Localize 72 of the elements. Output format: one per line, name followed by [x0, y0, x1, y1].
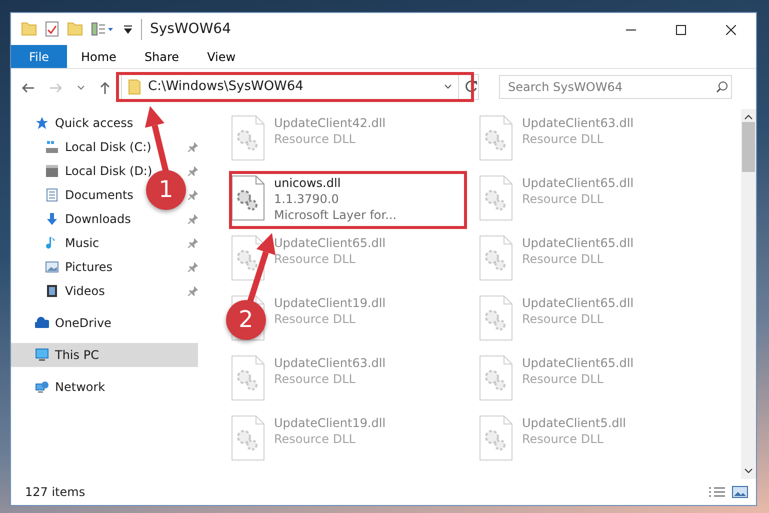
- monitor-icon: [35, 348, 49, 362]
- pin-icon[interactable]: [188, 142, 198, 152]
- pin-icon[interactable]: [188, 262, 198, 272]
- picture-icon: [45, 260, 59, 274]
- scroll-up-icon[interactable]: [744, 114, 753, 120]
- pin-icon[interactable]: [188, 286, 198, 296]
- scrollbar[interactable]: [741, 109, 756, 479]
- details-view-icon[interactable]: [708, 486, 726, 498]
- scroll-down-icon[interactable]: [744, 468, 753, 474]
- sidebar-item[interactable]: Pictures: [11, 255, 119, 279]
- back-arrow-icon: [21, 82, 35, 94]
- document-icon: [45, 188, 59, 202]
- pin-icon[interactable]: [188, 214, 198, 224]
- sidebar-item[interactable]: This PC: [11, 343, 198, 367]
- dropdown-icon[interactable]: [444, 84, 452, 90]
- refresh-icon[interactable]: [458, 75, 478, 99]
- sidebar-item[interactable]: Network: [11, 375, 112, 399]
- large-icons-view-icon[interactable]: [732, 486, 748, 498]
- file-tab[interactable]: File: [11, 45, 67, 68]
- caret-icon[interactable]: [123, 23, 133, 35]
- view-options-icon[interactable]: [91, 22, 115, 36]
- pin-icon[interactable]: [188, 166, 198, 176]
- scroll-thumb[interactable]: [742, 122, 755, 172]
- ribbon-tab[interactable]: View: [193, 45, 250, 68]
- gear-file-icon[interactable]: [230, 175, 266, 221]
- file-detail: Resource DLL: [522, 311, 604, 328]
- folder-icon[interactable]: [21, 22, 37, 36]
- item-count: 127 items: [25, 484, 86, 501]
- file-detail: Resource DLL: [274, 371, 356, 388]
- file-detail: Resource DLL: [274, 431, 356, 448]
- file-detail: Microsoft Layer for...: [274, 207, 397, 224]
- properties-icon[interactable]: [45, 21, 59, 37]
- file-name[interactable]: unicows.dll: [274, 175, 397, 192]
- minimize-icon: [626, 28, 636, 31]
- sidebar-item[interactable]: Documents: [11, 183, 140, 207]
- file-detail: Resource DLL: [274, 251, 356, 268]
- down-arrow-icon: [45, 212, 59, 226]
- address-bar[interactable]: C:\Windows\SysWOW64: [121, 74, 479, 100]
- file-detail: Resource DLL: [522, 431, 604, 448]
- sidebar-item[interactable]: Quick access: [11, 111, 140, 135]
- callout-arrow: [247, 233, 276, 303]
- cloud-icon: [35, 316, 49, 330]
- search-field[interactable]: Search SysWOW64: [499, 75, 732, 99]
- sidebar-item[interactable]: Videos: [11, 279, 111, 303]
- file-detail: Resource DLL: [522, 131, 604, 148]
- file-detail: Resource DLL: [522, 251, 604, 268]
- file-detail: Resource DLL: [274, 131, 356, 148]
- pin-icon[interactable]: [188, 238, 198, 248]
- ribbon-tab[interactable]: Home: [67, 45, 130, 68]
- close-icon: [726, 24, 736, 35]
- ribbon-tab[interactable]: Share: [130, 45, 194, 68]
- file-detail: Resource DLL: [522, 191, 604, 208]
- up-arrow-icon: [99, 80, 111, 95]
- drive-icon: [45, 164, 59, 178]
- forward-arrow-icon: [49, 82, 63, 94]
- file-detail: Resource DLL: [522, 371, 604, 388]
- drive-icon: [45, 140, 59, 154]
- file-detail: 1.1.3790.0: [274, 191, 340, 208]
- folder-icon: [128, 79, 142, 95]
- file-detail: Resource DLL: [274, 311, 356, 328]
- new-folder-icon[interactable]: [67, 22, 83, 36]
- star-icon: [35, 116, 49, 130]
- network-icon: [35, 380, 49, 394]
- sidebar-item[interactable]: Music: [11, 231, 106, 255]
- chevron-icon: [77, 84, 85, 91]
- window-title: SysWOW64: [141, 18, 231, 40]
- sidebar-item[interactable]: Downloads: [11, 207, 137, 231]
- pin-icon[interactable]: [188, 190, 198, 200]
- sidebar-item[interactable]: OneDrive: [11, 311, 118, 335]
- sidebar-item[interactable]: Local Disk (C:): [11, 135, 158, 159]
- maximize-icon: [676, 24, 686, 35]
- film-icon: [45, 284, 59, 298]
